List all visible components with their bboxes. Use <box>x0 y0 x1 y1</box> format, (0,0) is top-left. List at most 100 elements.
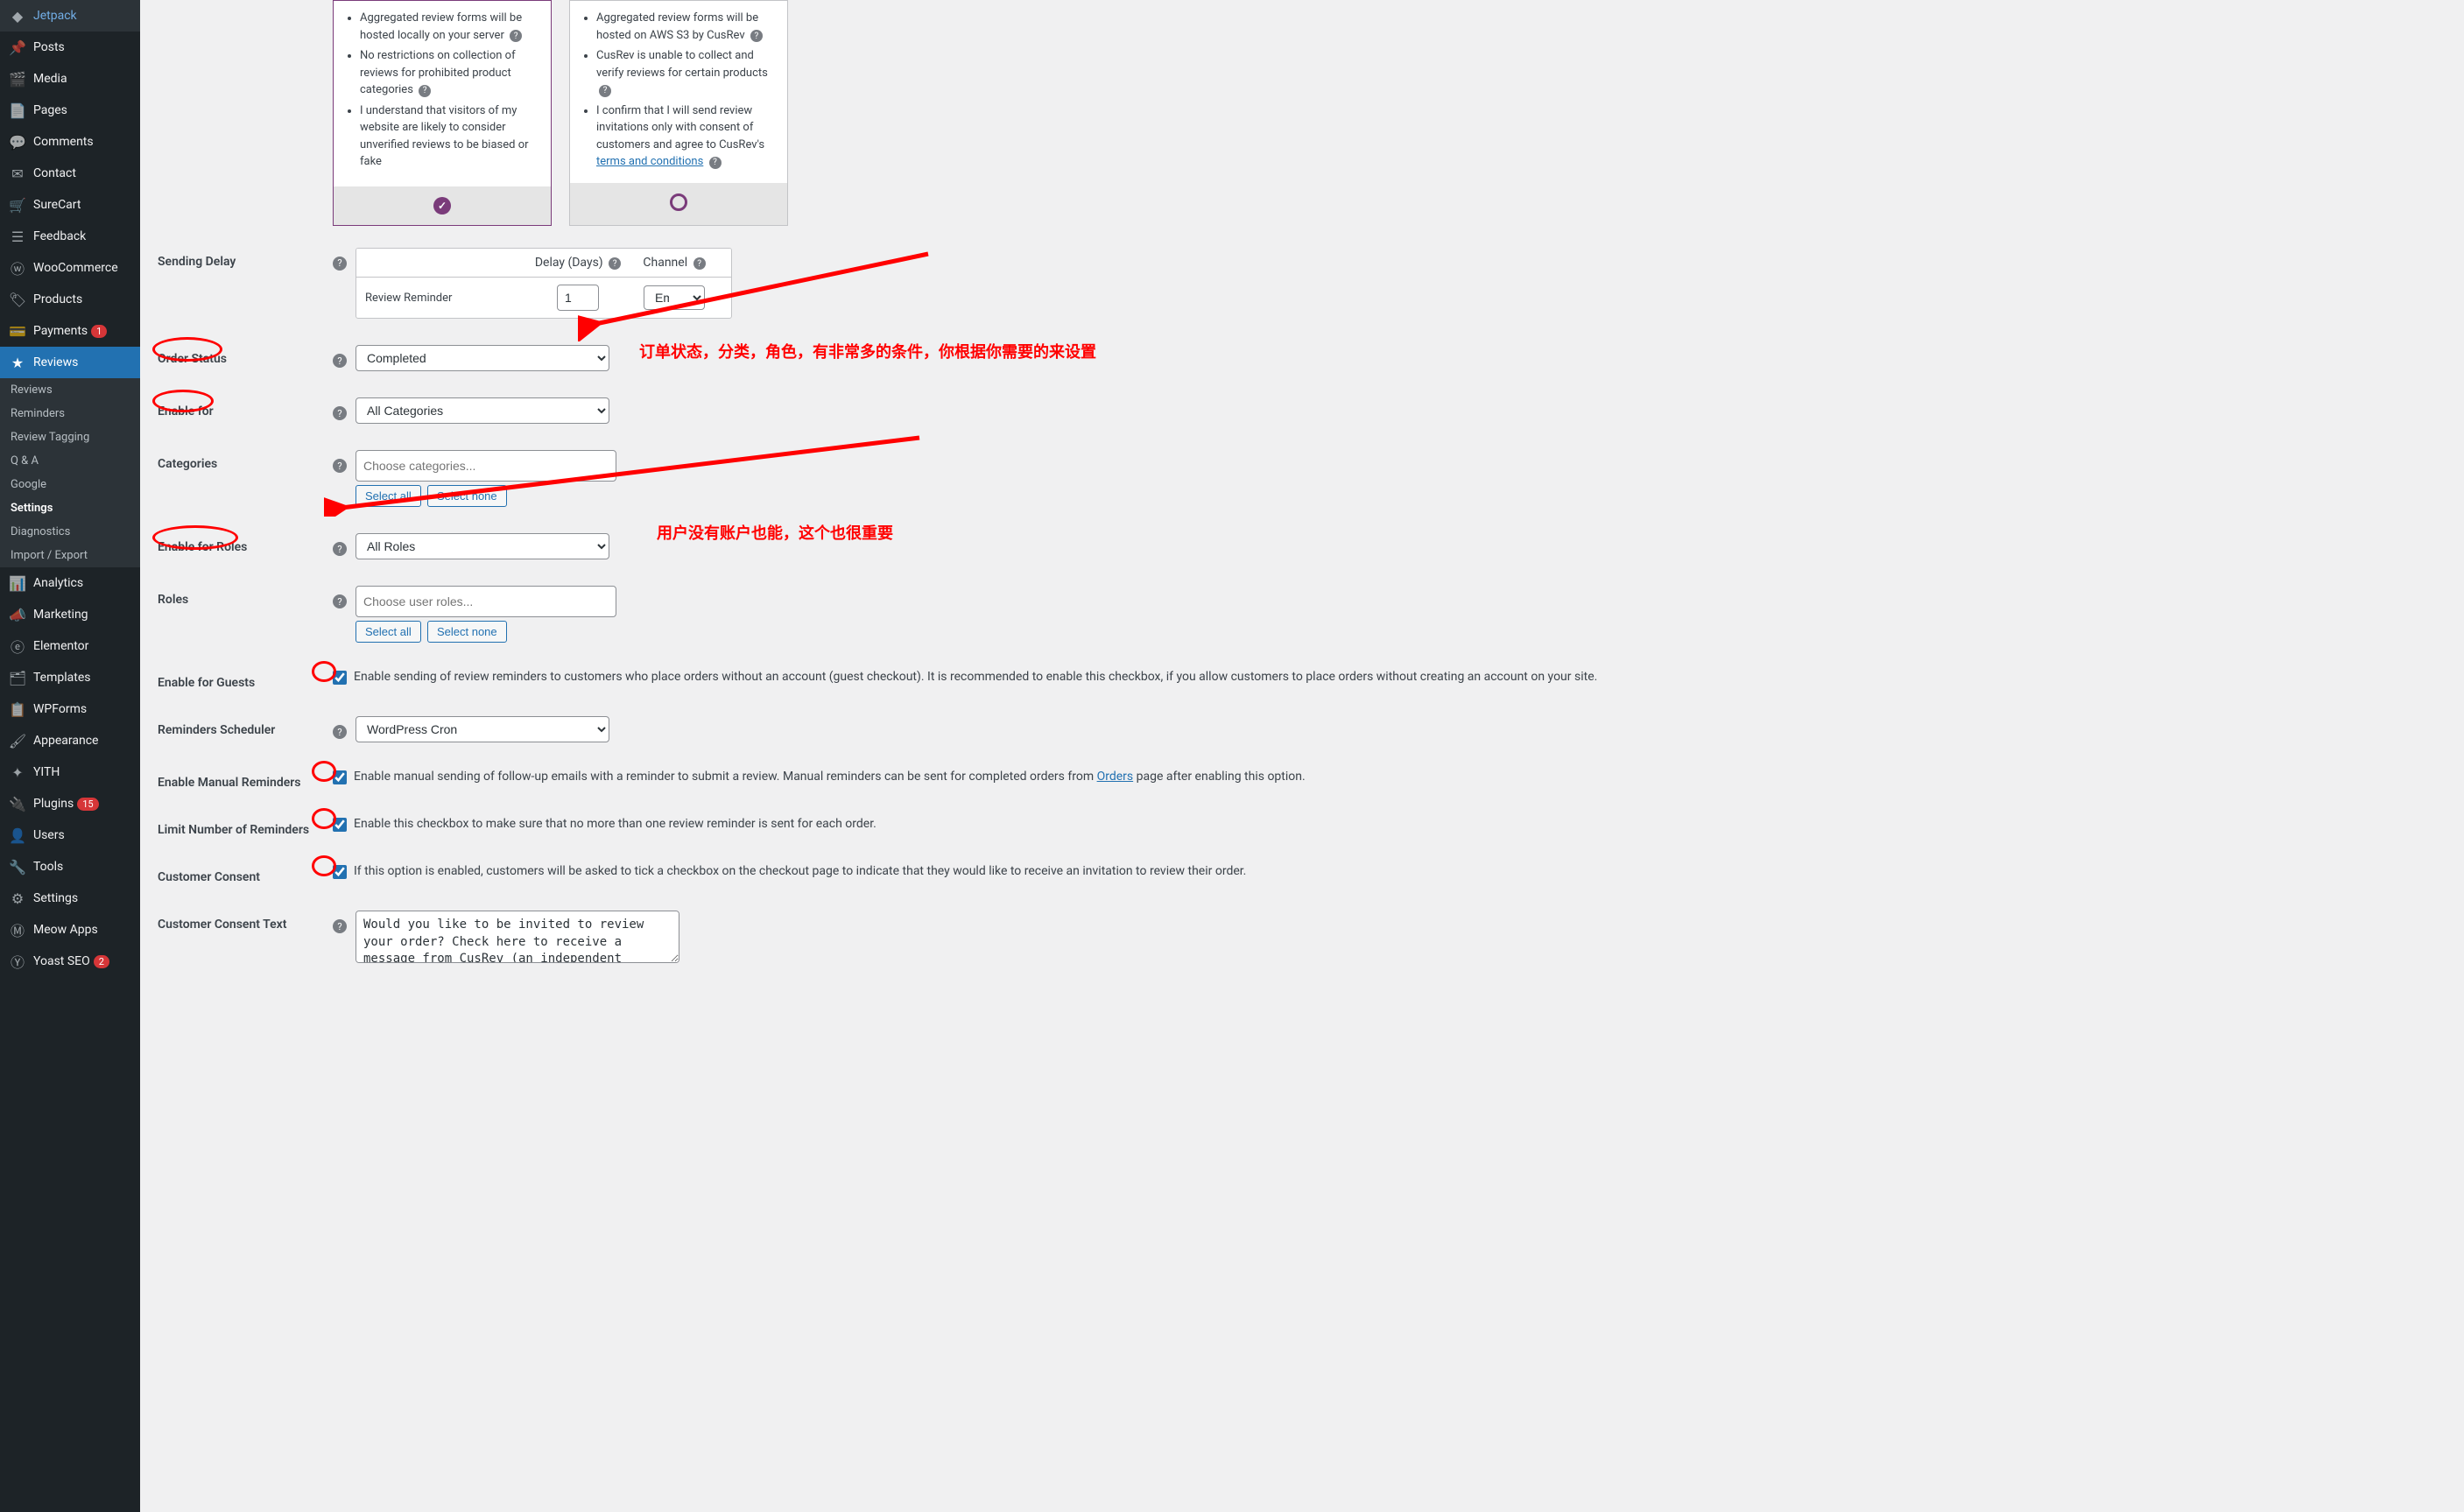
limit-number-label: Limit Number of Reminders <box>158 816 333 837</box>
sidebar-sub-item[interactable]: Import / Export <box>0 544 140 567</box>
help-icon[interactable]: ? <box>333 354 347 368</box>
delay-days-input[interactable] <box>557 285 599 311</box>
sidebar-sub-item[interactable]: Q & A <box>0 449 140 473</box>
consent-text-label: Customer Consent Text <box>158 911 333 932</box>
help-icon[interactable]: ? <box>333 594 347 608</box>
sidebar-sub-item[interactable]: Google <box>0 473 140 496</box>
sidebar-item[interactable]: ✦YITH <box>0 756 140 788</box>
roles-input[interactable] <box>356 586 616 617</box>
sidebar-item[interactable]: 🛒SureCart <box>0 189 140 221</box>
help-icon[interactable]: ? <box>510 30 522 42</box>
marketing-icon: 📣 <box>9 606 26 623</box>
help-icon[interactable]: ? <box>609 257 621 270</box>
orders-link[interactable]: Orders <box>1097 770 1134 784</box>
sidebar-item[interactable]: ⓔElementor <box>0 630 140 662</box>
sidebar-item[interactable]: ⚙ Settings <box>0 883 140 914</box>
sidebar-sub-item[interactable]: Reminders <box>0 402 140 425</box>
delay-table: Delay (Days) ? Channel ? Review Reminder… <box>356 248 732 320</box>
sidebar-item[interactable]: 🔧Tools <box>0 851 140 883</box>
help-icon[interactable]: ? <box>333 406 347 420</box>
badge: 1 <box>91 325 107 338</box>
limit-checkbox[interactable] <box>333 818 347 832</box>
enable-for-select[interactable]: All Categories <box>356 397 609 424</box>
sidebar-item[interactable]: 📊Analytics <box>0 567 140 599</box>
sidebar-item[interactable]: 🔌Plugins15 <box>0 788 140 819</box>
radio-unselected-icon <box>670 193 687 211</box>
sidebar-item[interactable]: 💳Payments1 <box>0 315 140 347</box>
terms-link[interactable]: terms and conditions <box>596 155 703 168</box>
sidebar-item[interactable]: 📄 Pages <box>0 95 140 126</box>
sidebar-item[interactable]: 🗂 Templates <box>0 662 140 693</box>
sidebar-item[interactable]: ◆Jetpack <box>0 0 140 32</box>
sidebar-sub-item[interactable]: Settings <box>0 496 140 520</box>
sidebar-item-label: Contact <box>33 166 76 180</box>
sidebar-item[interactable]: ⓂMeow Apps <box>0 914 140 946</box>
scheduler-select[interactable]: WordPress Cron <box>356 716 609 742</box>
help-icon[interactable]: ? <box>333 459 347 473</box>
select-all-button[interactable]: Select all <box>356 621 421 643</box>
help-icon[interactable]: ? <box>750 30 763 42</box>
sidebar-item[interactable]: 💬Comments <box>0 126 140 158</box>
help-icon[interactable]: ? <box>333 542 347 556</box>
sidebar-item-label: Tools <box>33 860 63 874</box>
help-icon[interactable]: ? <box>419 85 431 97</box>
sidebar-item[interactable]: ☰Feedback <box>0 221 140 252</box>
sidebar-sub-item[interactable]: Diagnostics <box>0 520 140 544</box>
channel-select[interactable]: Email <box>644 285 705 310</box>
comment-icon: 💬 <box>9 133 26 151</box>
sidebar-item[interactable]: 🖌Appearance <box>0 725 140 756</box>
sidebar-item[interactable]: ⓎYoast SEO2 <box>0 946 140 977</box>
guests-checkbox[interactable] <box>333 671 347 685</box>
sidebar-item-label: Pages <box>33 103 67 117</box>
sidebar-item[interactable]: 👤Users <box>0 819 140 851</box>
option-card-local[interactable]: Aggregated review forms will be hosted l… <box>333 0 552 226</box>
categories-input[interactable] <box>356 450 616 482</box>
sidebar-item-label: Marketing <box>33 608 88 622</box>
consent-checkbox[interactable] <box>333 865 347 879</box>
templates-icon: 🗂 <box>9 669 26 686</box>
sidebar-item[interactable]: ✉Contact <box>0 158 140 189</box>
sidebar-sub-item[interactable]: Reviews <box>0 378 140 402</box>
enable-for-roles-select[interactable]: All Roles <box>356 533 609 559</box>
sidebar-item-label: Import / Export <box>11 549 88 562</box>
sidebar-item[interactable]: ⓦWooCommerce <box>0 252 140 284</box>
page-icon: 📄 <box>9 102 26 119</box>
sidebar-item-label: Settings <box>33 891 78 905</box>
sidebar-item[interactable]: 🏷Products <box>0 284 140 315</box>
select-none-button[interactable]: Select none <box>427 621 507 643</box>
sidebar-item[interactable]: ★Reviews <box>0 347 140 378</box>
help-icon[interactable]: ? <box>333 919 347 933</box>
sidebar-item-label: Templates <box>33 671 91 685</box>
channel-header: Channel <box>643 256 687 270</box>
sidebar-sub-item[interactable]: Review Tagging <box>0 425 140 449</box>
radio-selected-icon <box>433 197 451 214</box>
categories-label: Categories <box>158 450 333 471</box>
help-icon[interactable]: ? <box>709 157 722 169</box>
help-icon[interactable]: ? <box>333 725 347 739</box>
badge: 2 <box>94 955 109 968</box>
consent-textarea[interactable] <box>356 911 679 963</box>
sidebar-item-label: WPForms <box>33 702 87 716</box>
settings-content: Aggregated review forms will be hosted l… <box>140 0 2464 1512</box>
review-reminder-label: Review Reminder <box>365 292 530 305</box>
sidebar-item[interactable]: 📌Posts <box>0 32 140 63</box>
sidebar-item-label: Google <box>11 478 46 491</box>
sidebar-item[interactable]: 📋WPForms <box>0 693 140 725</box>
select-all-button[interactable]: Select all <box>356 485 421 507</box>
manual-checkbox[interactable] <box>333 770 347 784</box>
sidebar-item[interactable]: 🎬Media <box>0 63 140 95</box>
select-none-button[interactable]: Select none <box>427 485 507 507</box>
sidebar-item-label: Feedback <box>33 229 86 243</box>
help-icon[interactable]: ? <box>693 257 706 270</box>
elementor-icon: ⓔ <box>9 637 26 655</box>
order-status-select[interactable]: Completed <box>356 345 609 371</box>
sidebar-item[interactable]: 📣 Marketing <box>0 599 140 630</box>
option-card-cusrev[interactable]: Aggregated review forms will be hosted o… <box>569 0 788 226</box>
help-icon[interactable]: ? <box>333 257 347 271</box>
woo-icon: ⓦ <box>9 259 26 277</box>
roles-label: Roles <box>158 586 333 607</box>
sidebar-item-label: Meow Apps <box>33 923 98 937</box>
sidebar-item-label: Settings <box>11 502 53 515</box>
settings-icon: ⚙ <box>9 890 26 907</box>
help-icon[interactable]: ? <box>599 85 611 97</box>
